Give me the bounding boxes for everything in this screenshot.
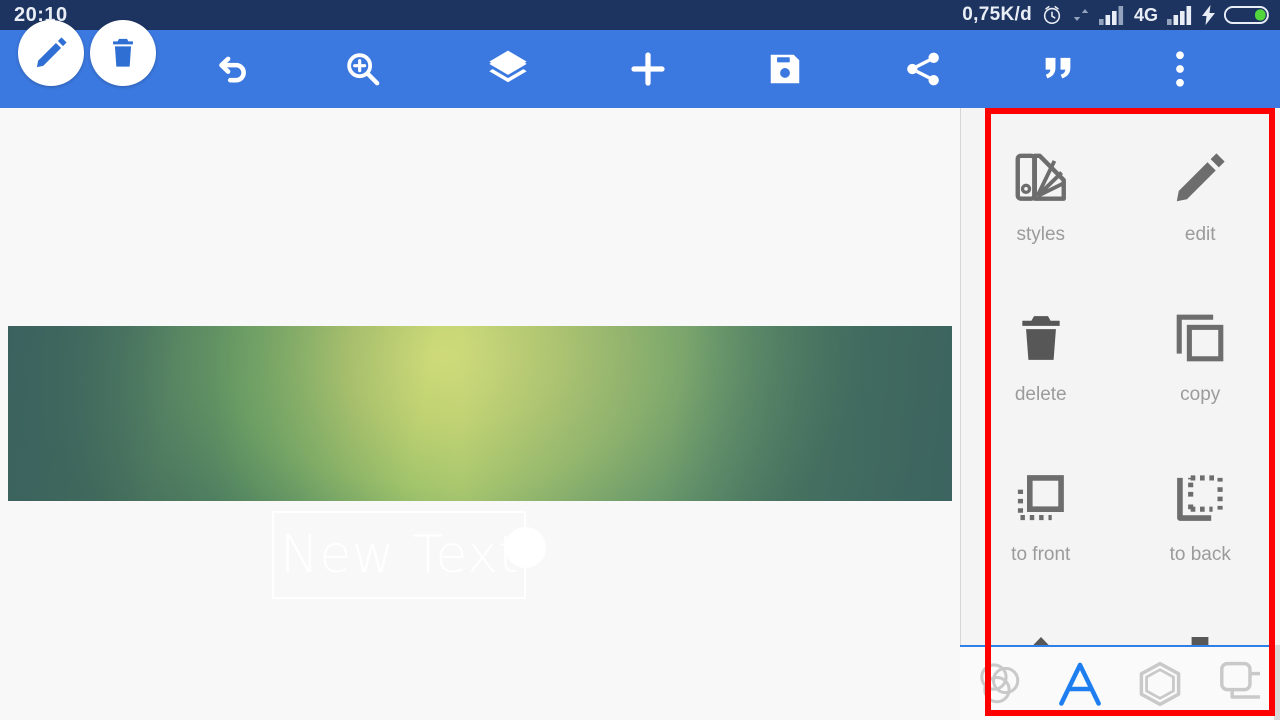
undo-button[interactable] bbox=[175, 30, 290, 108]
floppy-disk-icon bbox=[770, 54, 800, 84]
pencil-icon bbox=[36, 37, 67, 68]
undo-arrow-icon bbox=[218, 56, 246, 83]
panel-label: copy bbox=[1180, 384, 1221, 405]
magnifier-plus-icon bbox=[346, 53, 379, 86]
edit-pencil-fab[interactable] bbox=[18, 20, 84, 86]
panel-label: to front bbox=[1011, 544, 1071, 565]
layers-icon bbox=[488, 50, 527, 83]
zoom-button[interactable] bbox=[290, 30, 435, 108]
hexagon-tab[interactable] bbox=[1125, 649, 1195, 719]
data-rate-label: 0,75K/d bbox=[962, 4, 1032, 25]
canvas-area[interactable]: New Text bbox=[0, 108, 960, 720]
arrow-up-icon bbox=[1013, 612, 1069, 645]
copy-icon bbox=[1171, 292, 1229, 384]
panel-label: edit bbox=[1184, 224, 1216, 245]
share-button[interactable] bbox=[855, 30, 990, 108]
panel-label: styles bbox=[1016, 224, 1066, 245]
resize-handle[interactable] bbox=[505, 527, 546, 568]
overlapping-circles-icon bbox=[980, 662, 1020, 703]
share-nodes-icon bbox=[906, 52, 939, 86]
hexagon-icon bbox=[1139, 661, 1181, 706]
trash-icon bbox=[113, 38, 133, 67]
battery-icon bbox=[1224, 6, 1269, 24]
letter-a-icon bbox=[1059, 662, 1101, 706]
panel-item-styles[interactable]: styles bbox=[961, 132, 1121, 292]
shapes-tab[interactable] bbox=[965, 649, 1035, 719]
color-swatch-fan-icon bbox=[1010, 132, 1072, 224]
object-actions-panel: styles edit delete copy to front to back bbox=[960, 108, 1280, 645]
banner-gradient-overlay bbox=[8, 326, 952, 501]
pencil-icon bbox=[1171, 132, 1229, 224]
canvas-text-object[interactable]: New Text bbox=[280, 518, 528, 592]
overflow-button[interactable] bbox=[1125, 30, 1235, 108]
data-transfer-icon bbox=[1073, 7, 1089, 23]
network-type-label: 4G bbox=[1133, 4, 1158, 25]
panel-item-move-up[interactable] bbox=[961, 612, 1121, 645]
arrow-down-icon bbox=[1172, 612, 1228, 645]
panel-item-edit[interactable]: edit bbox=[1121, 132, 1280, 292]
toolbar-icon-row bbox=[0, 30, 1280, 108]
status-bar: 20:10 0,75K/d 4G bbox=[0, 0, 1280, 30]
three-dots-vertical-icon bbox=[1176, 51, 1184, 87]
panel-item-to-front[interactable]: to front bbox=[961, 452, 1121, 612]
top-toolbar bbox=[0, 30, 1280, 108]
panel-label: to back bbox=[1169, 544, 1231, 565]
layers-button[interactable] bbox=[435, 30, 580, 108]
panel-grid: styles edit delete copy to front to back bbox=[961, 108, 1280, 645]
text-tab[interactable] bbox=[1045, 649, 1115, 719]
signal-bars-2-icon bbox=[1167, 6, 1192, 25]
trash-icon bbox=[1013, 292, 1069, 384]
alarm-clock-icon bbox=[1043, 5, 1061, 25]
banner-image[interactable]: New Text bbox=[8, 326, 952, 599]
send-to-back-icon bbox=[1172, 452, 1228, 544]
quotation-marks-icon bbox=[1045, 57, 1070, 79]
plus-icon bbox=[630, 52, 665, 86]
quote-button[interactable] bbox=[990, 30, 1125, 108]
panel-item-move-down[interactable] bbox=[1121, 612, 1280, 645]
app-root: 20:10 0,75K/d 4G New Text styles edit de… bbox=[0, 0, 1280, 720]
bring-to-front-icon bbox=[1013, 452, 1069, 544]
delete-trash-fab[interactable] bbox=[90, 20, 156, 86]
signal-bars-icon bbox=[1098, 6, 1124, 25]
charging-bolt-icon bbox=[1202, 5, 1215, 25]
status-indicators: 0,75K/d 4G bbox=[962, 4, 1270, 26]
save-button[interactable] bbox=[715, 30, 855, 108]
node-tab[interactable] bbox=[1205, 649, 1275, 719]
panel-label: delete bbox=[1014, 384, 1067, 405]
panel-item-copy[interactable]: copy bbox=[1121, 292, 1280, 452]
panel-item-to-back[interactable]: to back bbox=[1121, 452, 1280, 612]
panel-item-delete[interactable]: delete bbox=[961, 292, 1121, 452]
add-button[interactable] bbox=[580, 30, 715, 108]
bottom-tool-tabs bbox=[960, 645, 1280, 720]
scrollbar-sliver[interactable] bbox=[1274, 645, 1280, 720]
rounded-node-icon bbox=[1220, 661, 1260, 699]
